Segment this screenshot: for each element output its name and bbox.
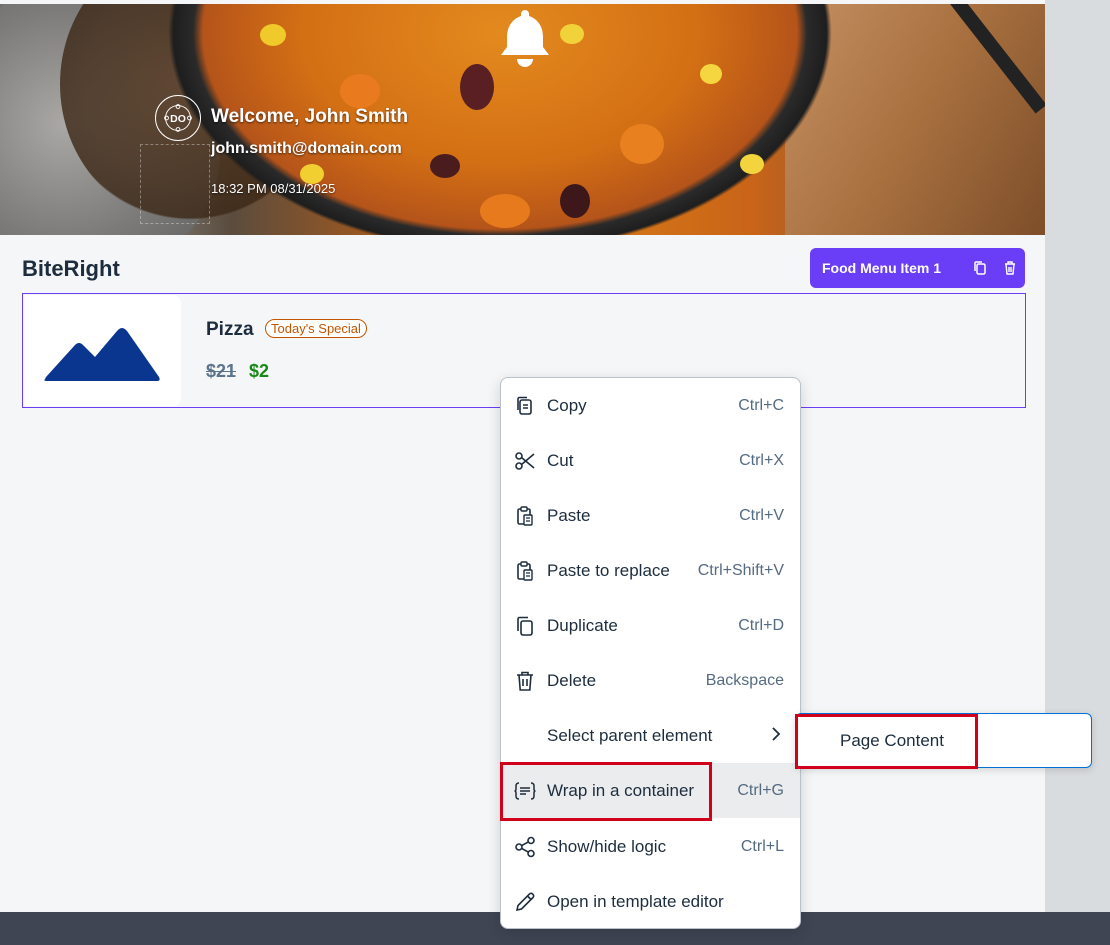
menu-item-label: Select parent element (547, 725, 713, 745)
trash-icon (501, 670, 547, 692)
brand-logo-icon: DO (155, 95, 201, 141)
selected-element-toolbar[interactable]: Food Menu Item 1 (810, 248, 1025, 288)
duplicate-icon (501, 615, 547, 637)
menu-item-label: Delete (547, 670, 597, 690)
food-dot (260, 24, 286, 46)
menu-item-show-hide-logic[interactable]: Show/hide logic Ctrl+L (501, 819, 800, 874)
paste-icon (501, 505, 547, 527)
copy-icon[interactable] (965, 253, 995, 283)
food-dot (620, 124, 664, 164)
food-dot (460, 64, 494, 110)
food-dot (700, 64, 722, 84)
menu-item-label: Copy (547, 395, 587, 415)
highlight-page-content (795, 714, 978, 769)
selection-guide (140, 144, 210, 224)
original-price: $21 (206, 361, 237, 381)
menu-item-duplicate[interactable]: Duplicate Ctrl+D (501, 598, 800, 653)
menu-item-shortcut: Ctrl+L (740, 837, 784, 855)
menu-item-shortcut: Ctrl+D (738, 616, 784, 634)
bell-icon[interactable] (495, 6, 555, 72)
menu-item-open-template-editor[interactable]: Open in template editor (501, 874, 800, 928)
selected-element-label: Food Menu Item 1 (822, 260, 941, 276)
copy-icon (501, 395, 547, 417)
side-panel-strip (1045, 0, 1110, 912)
menu-item-paste[interactable]: Paste Ctrl+V (501, 488, 800, 543)
discount-price: $2 (249, 361, 270, 381)
scissors-icon (501, 450, 547, 472)
pencil-icon (501, 891, 547, 913)
menu-item-shortcut: Ctrl+Shift+V (697, 561, 784, 579)
context-menu: Copy Ctrl+C Cut Ctrl+X Paste Ctrl+V Past… (500, 377, 801, 929)
menu-item-select-parent[interactable]: Select parent element (501, 708, 800, 763)
menu-item-shortcut: Ctrl+V (739, 506, 784, 524)
food-dot (560, 24, 584, 44)
menu-item-label: Show/hide logic (547, 836, 667, 856)
food-dot (480, 194, 530, 228)
menu-item-delete[interactable]: Delete Backspace (501, 653, 800, 708)
menu-item-label: Paste (547, 505, 591, 525)
menu-item-copy[interactable]: Copy Ctrl+C (501, 378, 800, 433)
menu-item-shortcut: Ctrl+X (739, 451, 784, 469)
food-dot (560, 184, 590, 218)
menu-item-paste-to-replace[interactable]: Paste to replace Ctrl+Shift+V (501, 543, 800, 598)
datetime-text: 18:32 PM 08/31/2025 (211, 181, 336, 196)
menu-item-shortcut: Backspace (705, 671, 784, 689)
share-icon (501, 836, 547, 858)
special-badge: Today's Special (265, 319, 367, 338)
food-dot (340, 74, 380, 108)
food-dot (740, 154, 764, 174)
menu-item-label: Cut (547, 450, 574, 470)
svg-text:DO: DO (170, 113, 186, 125)
item-image-placeholder (24, 295, 181, 406)
page-title: BiteRight (22, 256, 120, 281)
menu-item-label: Duplicate (547, 615, 618, 635)
menu-item-cut[interactable]: Cut Ctrl+X (501, 433, 800, 488)
mountain-image-icon (44, 328, 160, 381)
menu-item-shortcut: Ctrl+C (738, 396, 784, 414)
trash-icon[interactable] (995, 253, 1025, 283)
food-dot (430, 154, 460, 178)
menu-item-label: Paste to replace (547, 560, 670, 580)
paste-replace-icon (501, 560, 547, 582)
welcome-text: Welcome, John Smith (211, 106, 409, 127)
highlight-wrap-in-container (500, 762, 712, 821)
menu-item-shortcut: Ctrl+G (737, 781, 784, 799)
user-email: john.smith@domain.com (211, 140, 402, 157)
item-name: Pizza (206, 319, 254, 340)
menu-item-label: Open in template editor (547, 891, 724, 911)
